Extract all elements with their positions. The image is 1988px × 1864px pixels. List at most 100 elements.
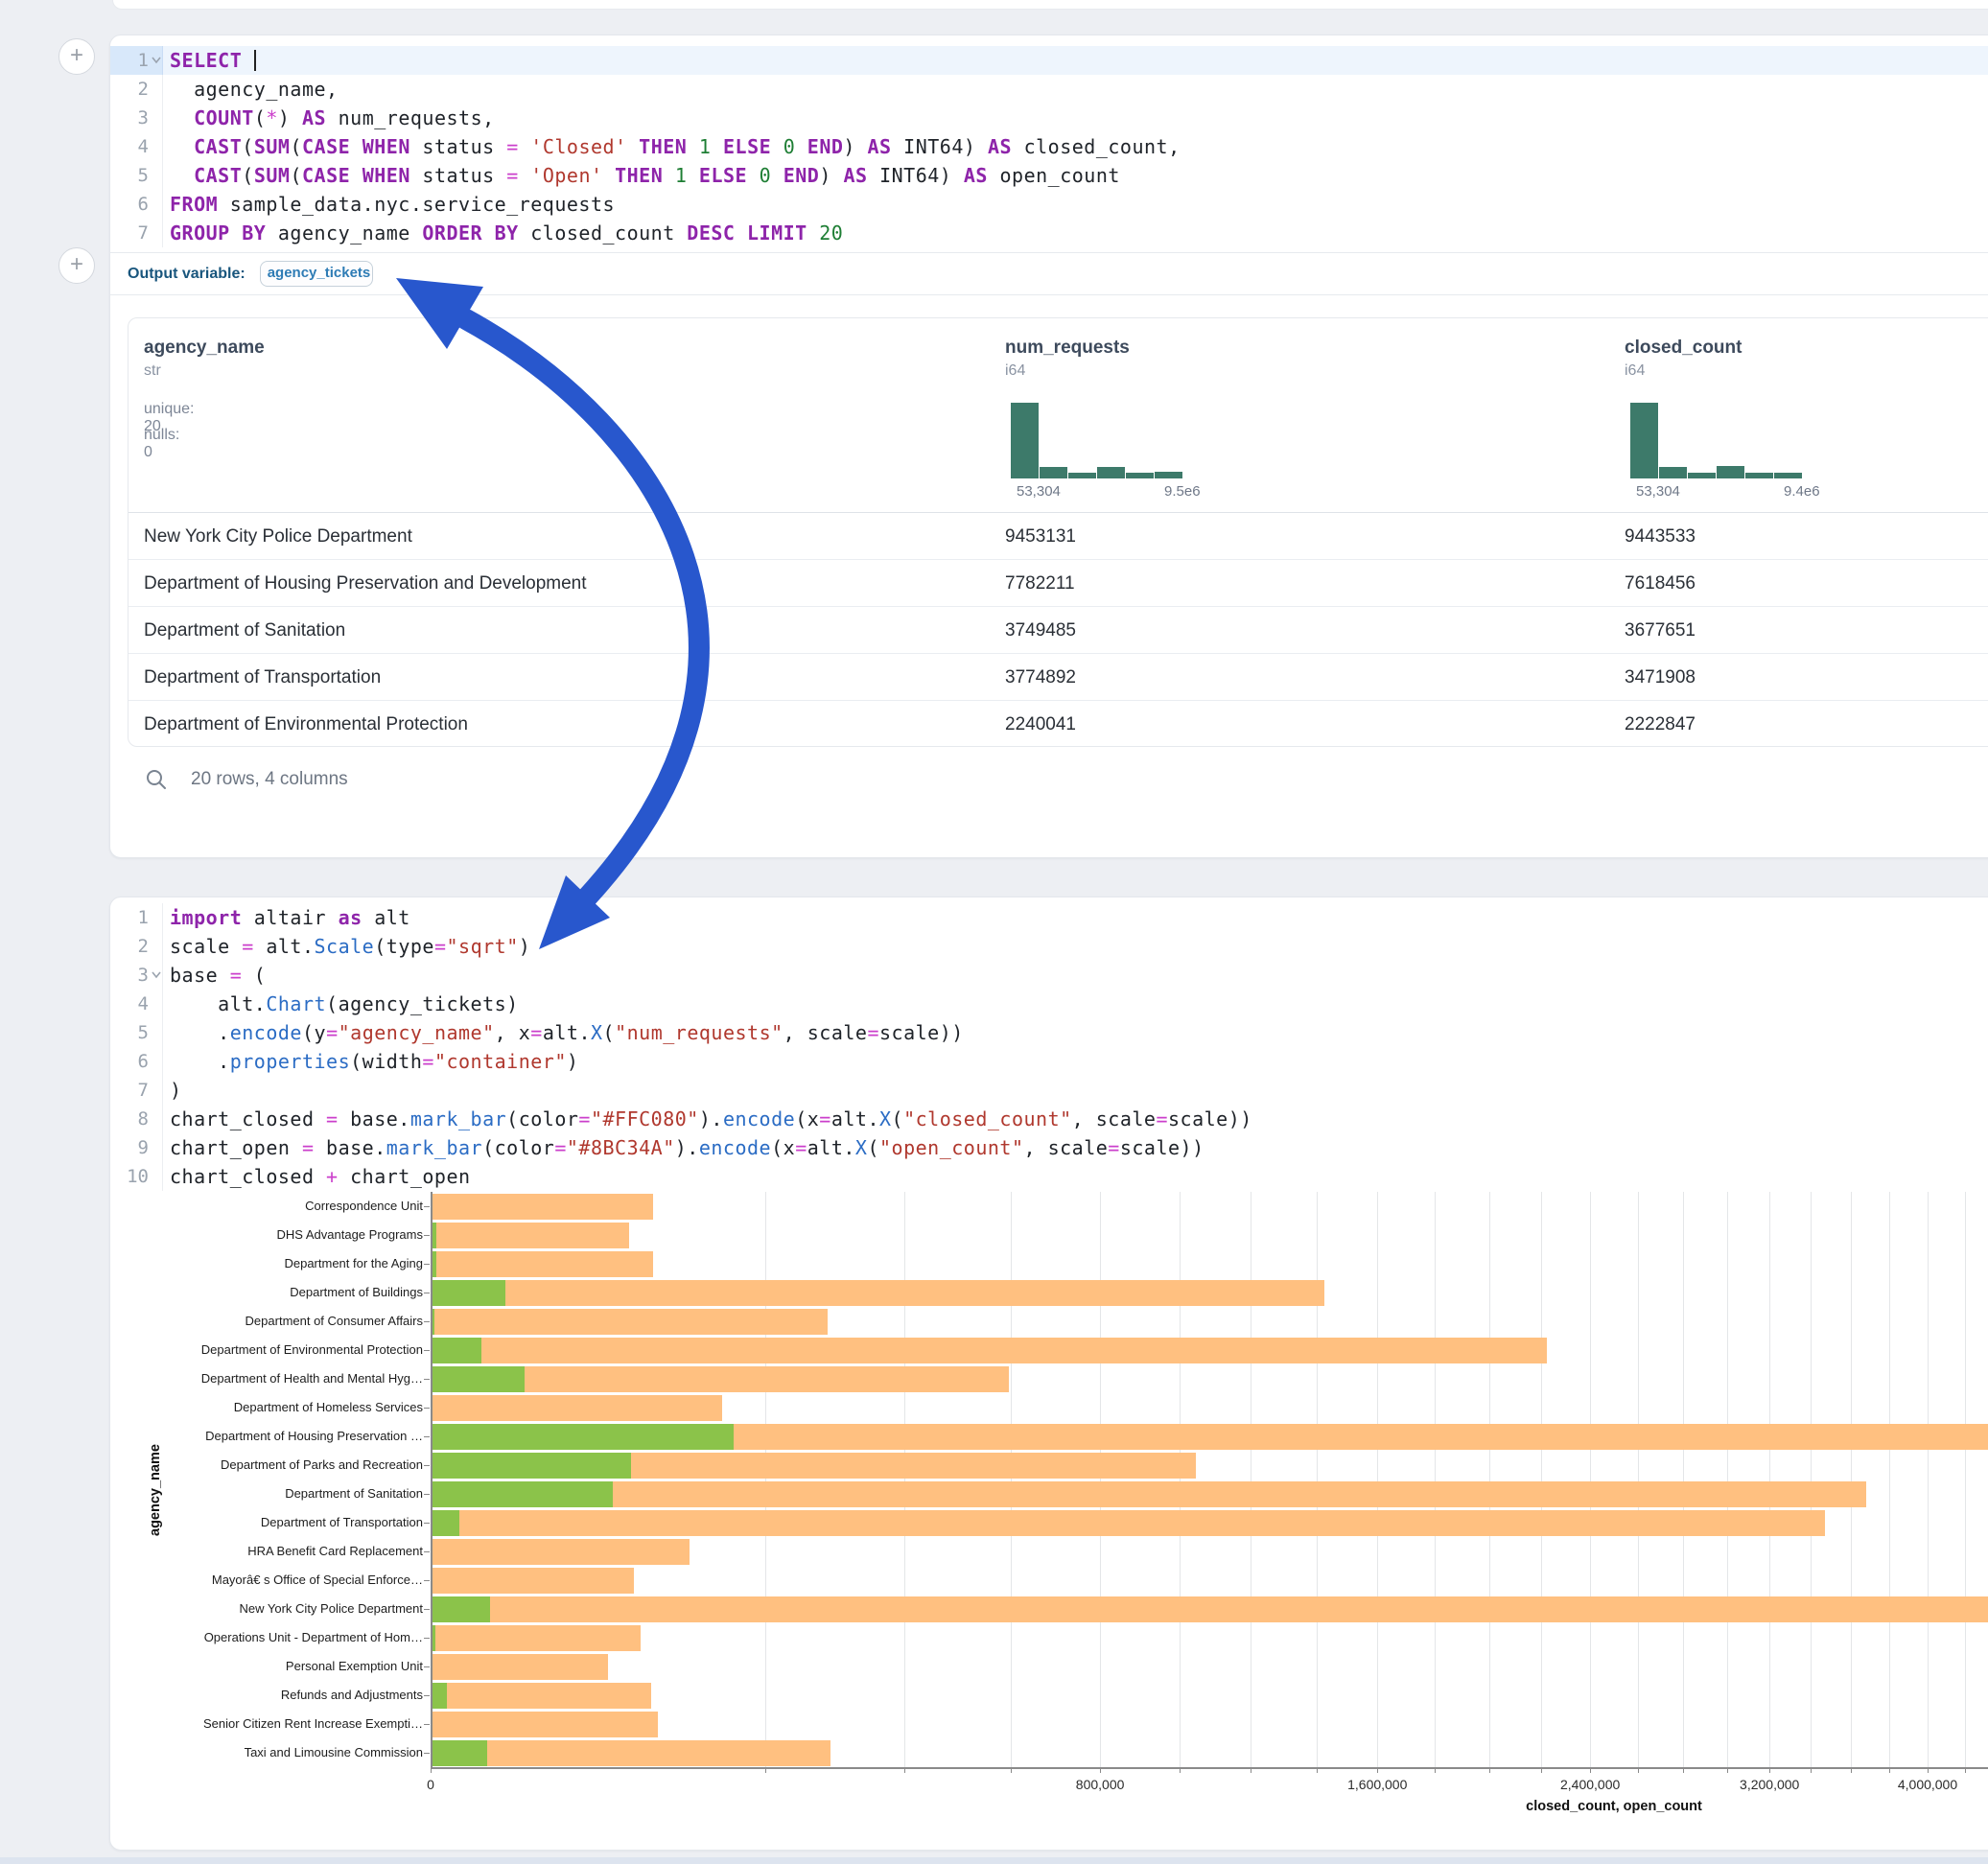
output-variable-pill[interactable]: agency_tickets — [260, 261, 373, 287]
bar-closed-count — [431, 1223, 629, 1248]
code-line[interactable]: 2 agency_name, — [110, 75, 1988, 104]
code-text: chart_open = base.mark_bar(color="#8BC34… — [163, 1133, 1204, 1162]
column-histogram — [1630, 403, 1803, 478]
code-line[interactable]: 2scale = alt.Scale(type="sqrt") — [110, 932, 1988, 961]
bar-open-count — [431, 1740, 487, 1766]
code-text: .properties(width="container") — [163, 1047, 578, 1076]
code-line[interactable]: 3 COUNT(*) AS num_requests, — [110, 104, 1988, 132]
y-axis-tick — [424, 1666, 430, 1667]
code-line[interactable]: 4 CAST(SUM(CASE WHEN status = 'Closed' T… — [110, 132, 1988, 161]
y-axis-label: Senior Citizen Rent Increase Exempti… — [110, 1710, 423, 1738]
histogram-max-label: 9.4e6 — [1784, 483, 1820, 500]
code-line[interactable]: 7 GROUP BY agency_name ORDER BY closed_co… — [110, 219, 1988, 247]
previous-cell-edge — [112, 0, 1988, 10]
x-axis-title: closed_count, open_count — [1526, 1799, 1702, 1814]
bar-closed-count — [431, 1453, 1196, 1479]
table-cell: Department of Environmental Protection — [144, 701, 468, 748]
bar-open-count — [431, 1223, 436, 1248]
bar-open-count — [431, 1338, 481, 1363]
table-cell: 2222847 — [1625, 701, 1696, 748]
code-text: COUNT(*) AS num_requests, — [163, 104, 495, 132]
bar-closed-count — [431, 1740, 830, 1766]
sql-code-editor[interactable]: 1SELECT 2 agency_name,3 COUNT(*) AS num_… — [110, 46, 1988, 247]
histogram-bar — [1011, 403, 1039, 478]
line-number: 6 — [110, 1047, 149, 1076]
x-axis-tick — [1889, 1767, 1890, 1773]
code-line[interactable]: 6 .properties(width="container") — [110, 1047, 1988, 1076]
histogram-bar — [1126, 473, 1154, 478]
code-line[interactable]: 3base = ( — [110, 961, 1988, 990]
python-code-editor[interactable]: 1import altair as alt2scale = alt.Scale(… — [110, 903, 1988, 1191]
code-line[interactable]: 5 CAST(SUM(CASE WHEN status = 'Open' THE… — [110, 161, 1988, 190]
add-cell-button[interactable]: + — [58, 247, 95, 284]
table-cell: 3677651 — [1625, 607, 1696, 654]
add-cell-button[interactable]: + — [58, 38, 95, 75]
bar-open-count — [431, 1280, 505, 1306]
fold-chevron-icon[interactable] — [149, 961, 163, 990]
code-line[interactable]: 7) — [110, 1076, 1988, 1105]
table-row[interactable]: Department of Sanitation37494853677651 — [129, 607, 1988, 654]
y-axis-label: Department of Buildings — [110, 1278, 423, 1307]
histogram-bar — [1688, 473, 1716, 478]
code-text: .encode(y="agency_name", x=alt.X("num_re… — [163, 1018, 964, 1047]
bar-closed-count — [431, 1309, 828, 1335]
line-number: 3 — [110, 961, 149, 990]
code-line[interactable]: 8chart_closed = base.mark_bar(color="#FF… — [110, 1105, 1988, 1133]
y-axis-domain — [431, 1192, 433, 1767]
x-axis-tick — [1100, 1767, 1101, 1773]
gridline — [1889, 1192, 1890, 1767]
x-axis-tick — [1011, 1767, 1012, 1773]
y-axis-label: HRA Benefit Card Replacement — [110, 1537, 423, 1566]
y-axis-tick — [424, 1523, 430, 1524]
bar-open-count — [431, 1596, 490, 1622]
line-number-gutter: 2 — [110, 932, 163, 961]
histogram-bar — [1659, 467, 1687, 478]
gridline — [1180, 1192, 1181, 1767]
gridline — [1965, 1192, 1966, 1767]
line-number: 1 — [110, 46, 149, 75]
x-axis-tick — [1769, 1767, 1770, 1773]
y-axis-label: Mayorâ€ s Office of Special Enforce… — [110, 1566, 423, 1595]
code-line[interactable]: 9chart_open = base.mark_bar(color="#8BC3… — [110, 1133, 1988, 1162]
line-number: 1 — [110, 903, 149, 932]
table-row[interactable]: New York City Police Department945313194… — [129, 513, 1988, 560]
y-axis-label: New York City Police Department — [110, 1595, 423, 1623]
code-line[interactable]: 1SELECT — [110, 46, 1988, 75]
column-type: i64 — [1005, 362, 1025, 380]
histogram-bar — [1774, 473, 1802, 478]
y-axis-label: Department of Parks and Recreation — [110, 1451, 423, 1480]
code-line[interactable]: 1import altair as alt — [110, 903, 1988, 932]
code-text: FROM sample_data.nyc.service_requests — [163, 190, 615, 219]
gridline — [1769, 1192, 1770, 1767]
bar-open-count — [431, 1625, 435, 1651]
table-row[interactable]: Department of Environmental Protection 22… — [129, 701, 1988, 748]
line-number: 7 — [110, 219, 149, 247]
bar-open-count — [431, 1453, 631, 1479]
gridline — [1727, 1192, 1728, 1767]
line-number-gutter: 4 — [110, 990, 163, 1018]
code-text: chart_closed + chart_open — [163, 1162, 471, 1191]
table-row[interactable]: Department of Housing Preservation and D… — [129, 560, 1988, 607]
line-number-gutter: 1 — [110, 46, 163, 75]
histogram-min-label: 53,304 — [1017, 483, 1061, 500]
code-line[interactable]: 10chart_closed + chart_open — [110, 1162, 1988, 1191]
table-cell: 7618456 — [1625, 560, 1696, 607]
code-line[interactable]: 6FROM sample_data.nyc.service_requests — [110, 190, 1988, 219]
code-line[interactable]: 5 .encode(y="agency_name", x=alt.X("num_… — [110, 1018, 1988, 1047]
bar-open-count — [431, 1481, 613, 1507]
code-text: CAST(SUM(CASE WHEN status = 'Open' THEN … — [163, 161, 1120, 190]
code-line[interactable]: 4 alt.Chart(agency_tickets) — [110, 990, 1988, 1018]
y-axis-label: Department of Health and Mental Hyg… — [110, 1364, 423, 1393]
fold-chevron-icon[interactable] — [149, 46, 163, 75]
y-axis-tick — [424, 1638, 430, 1639]
bar-closed-count — [431, 1424, 1988, 1450]
table-row[interactable]: Department of Transportation377489234719… — [129, 654, 1988, 701]
x-axis-tick — [1683, 1767, 1684, 1773]
y-axis-label: Department of Environmental Protection — [110, 1336, 423, 1364]
x-axis-tick — [1489, 1767, 1490, 1773]
y-axis-label: Correspondence Unit — [110, 1192, 423, 1221]
search-icon[interactable] — [145, 768, 168, 791]
x-axis-tick — [1638, 1767, 1639, 1773]
code-text: GROUP BY agency_name ORDER BY closed_cou… — [163, 219, 843, 247]
line-number: 2 — [110, 75, 149, 104]
